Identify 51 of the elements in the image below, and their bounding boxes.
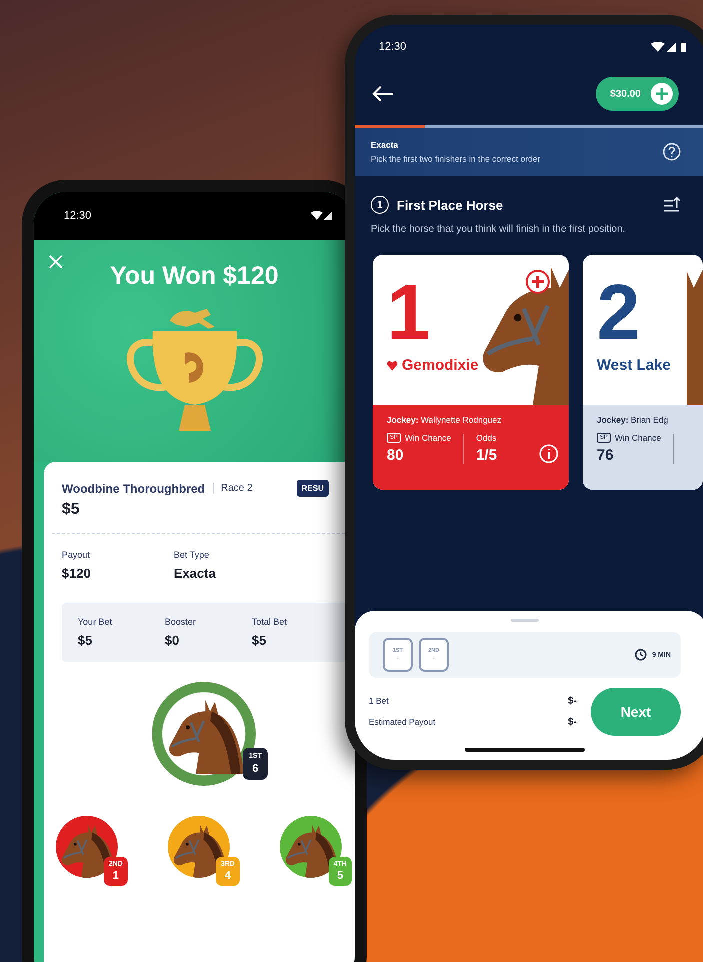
step-number: 1 <box>371 196 389 214</box>
info-icon[interactable] <box>539 444 559 464</box>
result-badge[interactable]: RESU <box>296 480 329 497</box>
slip-value: $- <box>568 717 577 728</box>
bet-type-description: Pick the first two finishers in the correct order <box>371 154 541 164</box>
stat-label: Win Chance <box>615 433 662 443</box>
horse-name: Gemodixie <box>402 357 479 374</box>
back-arrow-icon[interactable] <box>371 85 395 103</box>
stake-amount: $5 <box>62 501 81 519</box>
stat-value: 80 <box>387 447 405 464</box>
next-button[interactable]: Next <box>591 688 681 736</box>
stat-value: 76 <box>597 447 615 464</box>
step-title: First Place Horse <box>397 198 504 212</box>
stat-label: Win Chance <box>405 433 452 443</box>
status-time: 12:30 <box>64 210 92 222</box>
summary-label: Your Bet <box>78 617 114 627</box>
detail-label: Payout <box>62 550 92 560</box>
horse-number: 1 <box>387 273 430 351</box>
status-icons <box>651 42 687 52</box>
help-icon[interactable] <box>663 143 681 161</box>
summary-value: $5 <box>78 633 94 648</box>
detail-label: Bet Type <box>174 550 210 560</box>
detail-value: Exacta <box>174 566 217 581</box>
track-name: Woodbine Thoroughbred <box>62 482 206 496</box>
slip-value: $- <box>568 696 577 707</box>
stat-label: Odds <box>476 433 498 443</box>
clock-icon <box>635 649 648 661</box>
win-title: You Won $120 <box>110 262 279 291</box>
stat-value: 1/5 <box>476 447 498 464</box>
add-icon[interactable] <box>525 269 551 295</box>
close-icon[interactable] <box>48 254 64 270</box>
horse-name: West Lake <box>597 357 671 374</box>
race-label: Race 2 <box>213 483 253 494</box>
sort-icon[interactable] <box>663 197 681 213</box>
bet-type-title: Exacta <box>371 140 400 150</box>
summary-value: $0 <box>165 633 180 648</box>
balance-button[interactable]: $30.00 <box>596 77 679 111</box>
step-description: Pick the horse that you think will finish in the first position. <box>371 223 627 237</box>
heart-icon[interactable] <box>387 360 398 370</box>
summary-label: Booster <box>165 617 198 627</box>
summary-label: Total Bet <box>252 617 288 627</box>
summary-value: $5 <box>252 633 268 648</box>
slip-label: Estimated Payout <box>369 717 436 728</box>
jockey-name: Jockey: Brian Edg <box>597 415 670 425</box>
status-time: 12:30 <box>379 41 407 53</box>
detail-value: $120 <box>62 566 92 581</box>
slip-label: 1 Bet <box>369 696 389 707</box>
horse-number: 2 <box>597 273 640 351</box>
jockey-name: Jockey: Wallynette Rodriguez <box>387 415 503 425</box>
signal-icon <box>311 211 333 221</box>
plus-icon <box>651 83 673 105</box>
